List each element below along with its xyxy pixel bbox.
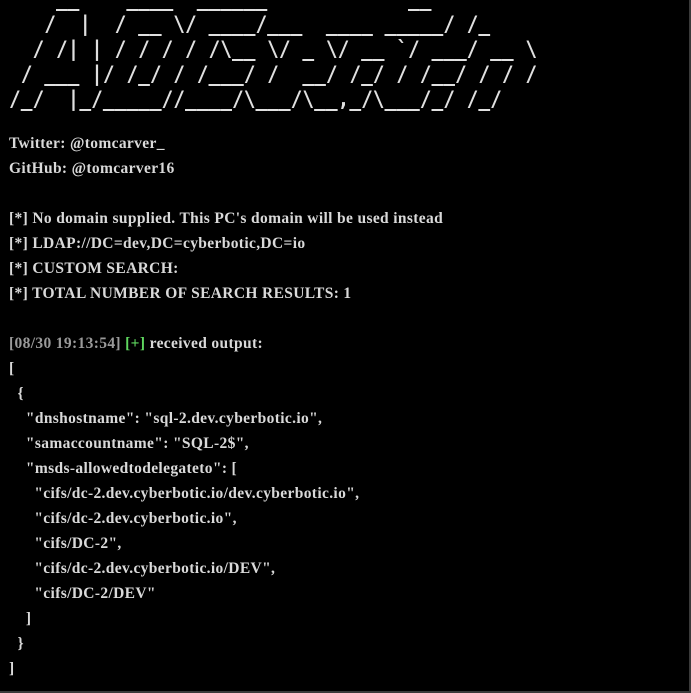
github-line: GitHub: @tomcarver16 [9,160,175,177]
output-line: [ [9,360,15,377]
ascii-banner: __ ____ ______ __ / | / __ \/ ____/___ _… [9,0,537,111]
output-line: ] [9,610,32,627]
output-line: "cifs/dc-2.dev.cyberbotic.io", [9,510,237,527]
received-output-line: [08/30 19:13:54] [+] received output: [9,333,263,355]
info-message-ldap: [*] LDAP://DC=dev,DC=cyberbotic,DC=io [9,235,306,252]
banner-line: / | / __ \/ ____/___ ____ _____/ /_ [9,11,491,36]
output-line: "cifs/dc-2.dev.cyberbotic.io/DEV", [9,560,276,577]
output-line: "msds-allowedtodelegateto": [ [9,460,238,477]
success-marker: [+] [125,335,146,352]
output-line: { [9,385,24,402]
output-line: } [9,635,24,652]
twitter-line: Twitter: @tomcarver_ [9,135,165,152]
output-line: "cifs/DC-2", [9,535,122,552]
output-line: ] [9,660,15,677]
info-message-search: [*] CUSTOM SEARCH: [9,260,179,277]
output-line: "cifs/dc-2.dev.cyberbotic.io/dev.cyberbo… [9,485,360,502]
banner-line: /_/ |_/_____//____/\___/\__,_/\___/_/ /_… [9,86,502,111]
banner-line: / ___ |/ /_/ / /___/ / __/ /_/ / /__/ / … [9,61,538,86]
banner-line: / /| | / / / / /\__ \/ _ \/ __ `/ ___/ _… [9,36,538,61]
terminal-window[interactable]: __ ____ ______ __ / | / __ \/ ____/___ _… [0,0,691,693]
received-text: received output: [145,335,263,352]
output-line: "dnshostname": "sql-2.dev.cyberbotic.io"… [9,410,323,427]
output-line: "cifs/DC-2/DEV" [9,585,156,602]
banner-line: __ ____ ______ __ [9,0,432,11]
output-line: "samaccountname": "SQL-2$", [9,435,249,452]
info-message-domain: [*] No domain supplied. This PC's domain… [9,210,444,227]
info-message-results: [*] TOTAL NUMBER OF SEARCH RESULTS: 1 [9,285,352,302]
timestamp: [08/30 19:13:54] [9,335,121,352]
